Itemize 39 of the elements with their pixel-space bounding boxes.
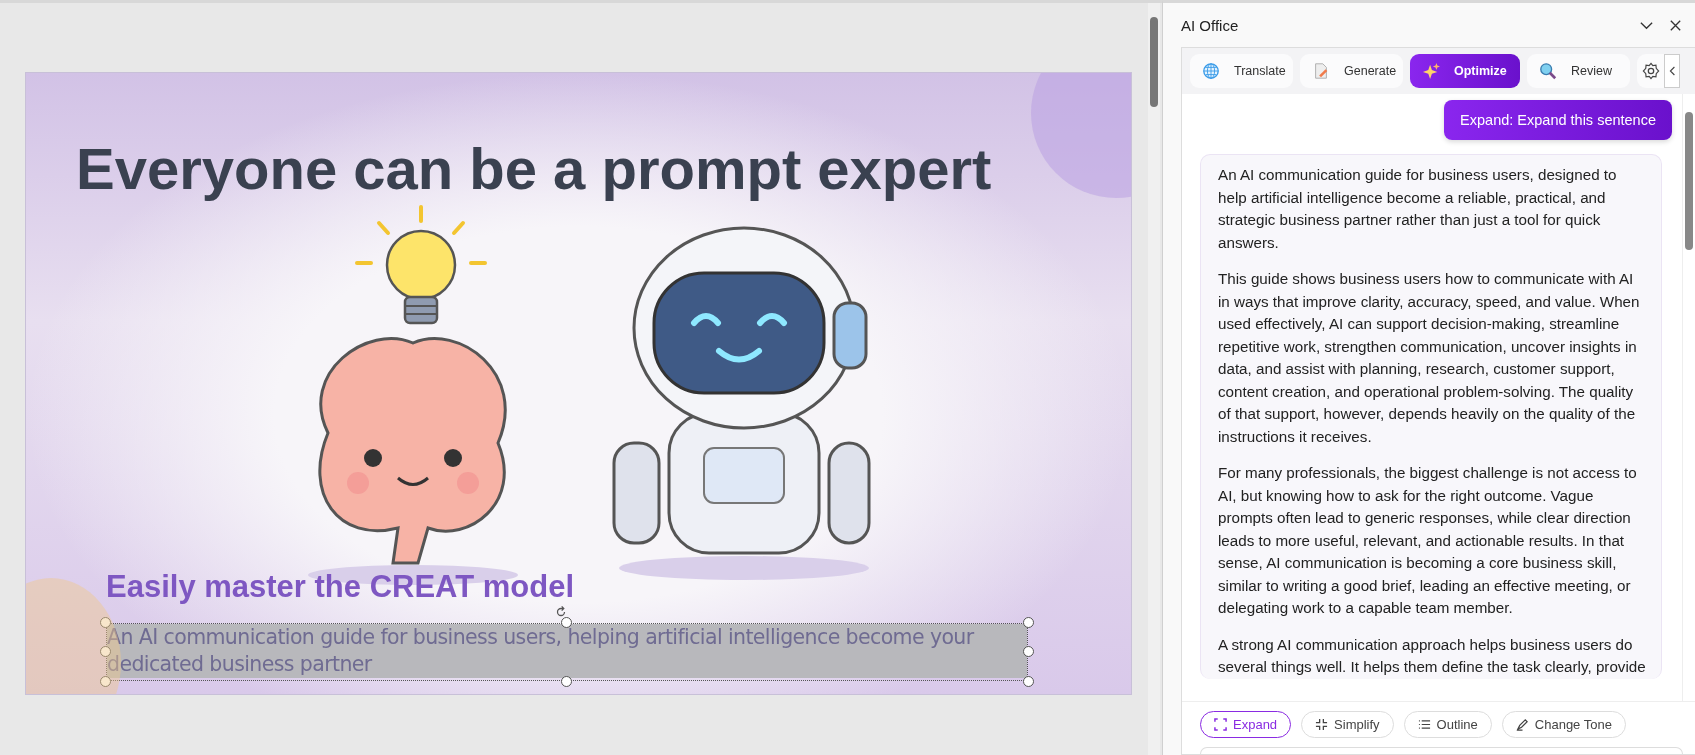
collapse-button[interactable] (1664, 54, 1680, 88)
resize-handle[interactable] (561, 676, 572, 687)
panel-title: AI Office (1181, 16, 1239, 34)
action-chip[interactable]: Simplify (1301, 711, 1394, 738)
editor-scrollbar[interactable] (1148, 3, 1160, 755)
tab[interactable]: Review (1527, 54, 1630, 88)
chat-scrollbar[interactable] (1682, 94, 1695, 701)
response-paragraph: For many professionals, the biggest challenge is not access to AI, but knowing how to ask for the right outcome. Vague prompts often lead to generic responses, while clear direction leads to more useful, relevant, and actionable results. In that sense, AI communication is becoming a core business skill, similar to writing a good brief, leading an effective meeting, or delegating work to a capable team member. (1218, 463, 1638, 618)
list-icon (1417, 718, 1431, 731)
response-paragraph: An AI communication guide for business users, designed to help artificial intelligence become a reliable, practical, and strategic business partner rather than just a tool for quick answers. (1218, 165, 1618, 253)
sparkle-icon (1422, 62, 1440, 80)
tab[interactable]: Generate (1300, 54, 1403, 88)
resize-handle[interactable] (561, 617, 572, 628)
rotate-handle-icon[interactable] (554, 605, 568, 619)
globe-icon (1202, 62, 1220, 80)
search-icon (1539, 62, 1557, 80)
collapse-icon (1315, 718, 1329, 731)
tab[interactable]: Translate (1190, 54, 1293, 88)
slide-subtitle: Easily master the CREAT model (106, 570, 574, 604)
chevron-left-icon (1668, 65, 1676, 77)
settings-button[interactable] (1637, 54, 1665, 88)
settings-icon (1642, 62, 1660, 80)
action-chip[interactable]: Change Tone (1501, 711, 1626, 738)
tab[interactable]: Optimize (1410, 54, 1520, 88)
resize-handle[interactable] (1023, 617, 1034, 628)
pen-icon (1515, 718, 1529, 731)
resize-handle[interactable] (100, 617, 111, 628)
resize-handle[interactable] (100, 676, 111, 687)
response-paragraph: This guide shows business users how to communicate with AI in ways that improve clarity, accuracy, speed, and value. When used effectively, AI can support decision-making, streamline repetitive work, strengthen communication, uncover insights in data, and assist with planning, research, customer support, content creation, and operational problem-solving. The quality of that support, however, depends heavily on the quality of the instructions it receives. (1218, 269, 1641, 447)
slide-title: Everyone can be a prompt expert (76, 135, 992, 202)
action-chip[interactable]: Outline (1403, 711, 1492, 738)
user-message: Expand: Expand this sentence (1444, 100, 1672, 140)
resize-handle[interactable] (1023, 676, 1034, 687)
resize-handle[interactable] (1023, 646, 1034, 657)
action-chip[interactable]: Expand (1200, 711, 1292, 738)
resize-handle[interactable] (100, 646, 111, 657)
document-pen-icon (1312, 62, 1330, 80)
expand-icon (1214, 718, 1227, 731)
response-paragraph: A strong AI communication approach helps business users do several things well. It helps them define the task clearly, provide (1218, 634, 1647, 677)
